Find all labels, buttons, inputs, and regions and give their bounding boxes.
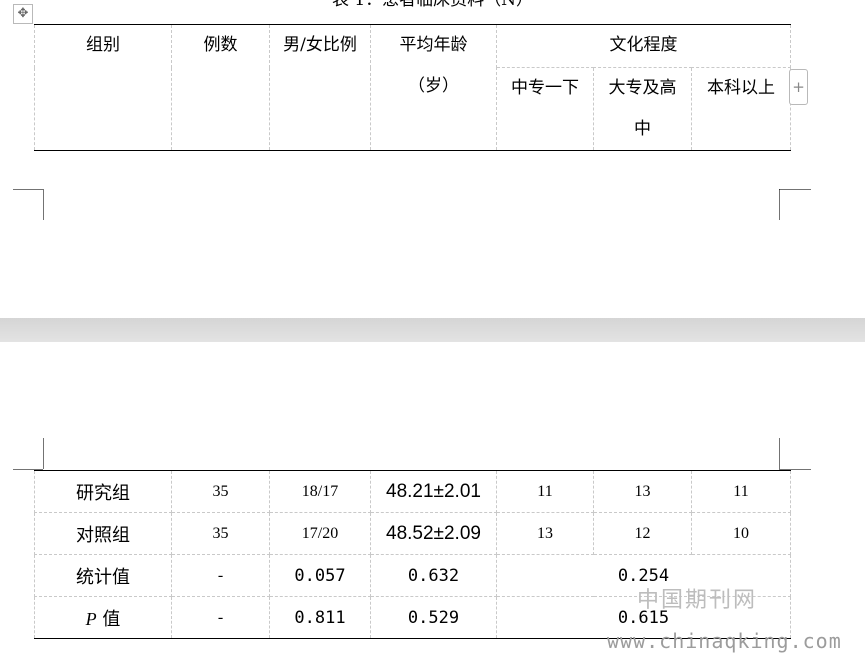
page-separator (0, 318, 865, 342)
row-edu3: 10 (691, 512, 791, 555)
header-edu-sub2-line1: 大专及高 (608, 78, 677, 98)
row-ratio: 18/17 (269, 470, 371, 513)
header-group: 组别 (34, 24, 172, 151)
page-corner-mark (779, 438, 780, 469)
page-corner-mark (43, 189, 44, 220)
table-header: 组别 例数 男/女比例 平均年龄 （岁） 文化程度 中专一下 大专及高 中 本科… (34, 24, 791, 151)
table-row: 对照组 35 17/20 48.52±2.09 13 12 10 (34, 512, 791, 555)
header-education: 文化程度 (496, 24, 791, 68)
row-ratio: 17/20 (269, 512, 371, 555)
stat-label: 统计值 (34, 554, 172, 597)
page-corner-mark (43, 438, 44, 469)
watermark-cn: 中国期刊网 (637, 588, 758, 613)
table-caption: 表 1：患者临床资料（N） (331, 0, 534, 10)
row-edu1: 11 (496, 470, 594, 513)
row-edu2: 13 (593, 470, 692, 513)
p-age: 0.529 (370, 596, 497, 639)
header-count: 例数 (171, 24, 270, 151)
row-age: 48.21±2.01 (370, 470, 497, 513)
watermark-url: www.chinaqking.com (607, 629, 842, 653)
header-age-line1: 平均年龄 (399, 35, 468, 55)
row-count: 35 (171, 512, 270, 555)
page-corner-mark (13, 189, 43, 190)
row-edu3: 11 (691, 470, 791, 513)
header-edu-sub2-line2: 中 (634, 119, 651, 139)
page-corner-mark (779, 189, 780, 220)
page-corner-mark (779, 189, 811, 190)
header-age: 平均年龄 （岁） (370, 24, 497, 151)
p-label: P 值 (34, 596, 172, 639)
move-cross-icon[interactable]: ✥ (13, 4, 33, 24)
header-edu-sub2: 大专及高 中 (593, 67, 692, 151)
row-count: 35 (171, 470, 270, 513)
row-age: 48.52±2.09 (370, 512, 497, 555)
p-label-rest: 值 (96, 608, 121, 630)
row-group: 对照组 (34, 512, 172, 555)
header-age-line2: （岁） (408, 76, 459, 96)
plus-icon[interactable]: + (789, 69, 808, 105)
row-group: 研究组 (34, 470, 172, 513)
row-edu2: 12 (593, 512, 692, 555)
p-ratio: 0.811 (269, 596, 371, 639)
header-edu-sub3: 本科以上 (691, 67, 791, 151)
stat-count: - (171, 554, 270, 597)
p-count: - (171, 596, 270, 639)
header-ratio: 男/女比例 (269, 24, 371, 151)
table-row: 研究组 35 18/17 48.21±2.01 11 13 11 (34, 470, 791, 513)
stat-age: 0.632 (370, 554, 497, 597)
header-edu-sub1: 中专一下 (496, 67, 594, 151)
stat-ratio: 0.057 (269, 554, 371, 597)
row-edu1: 13 (496, 512, 594, 555)
p-label-italic: P (85, 608, 97, 629)
